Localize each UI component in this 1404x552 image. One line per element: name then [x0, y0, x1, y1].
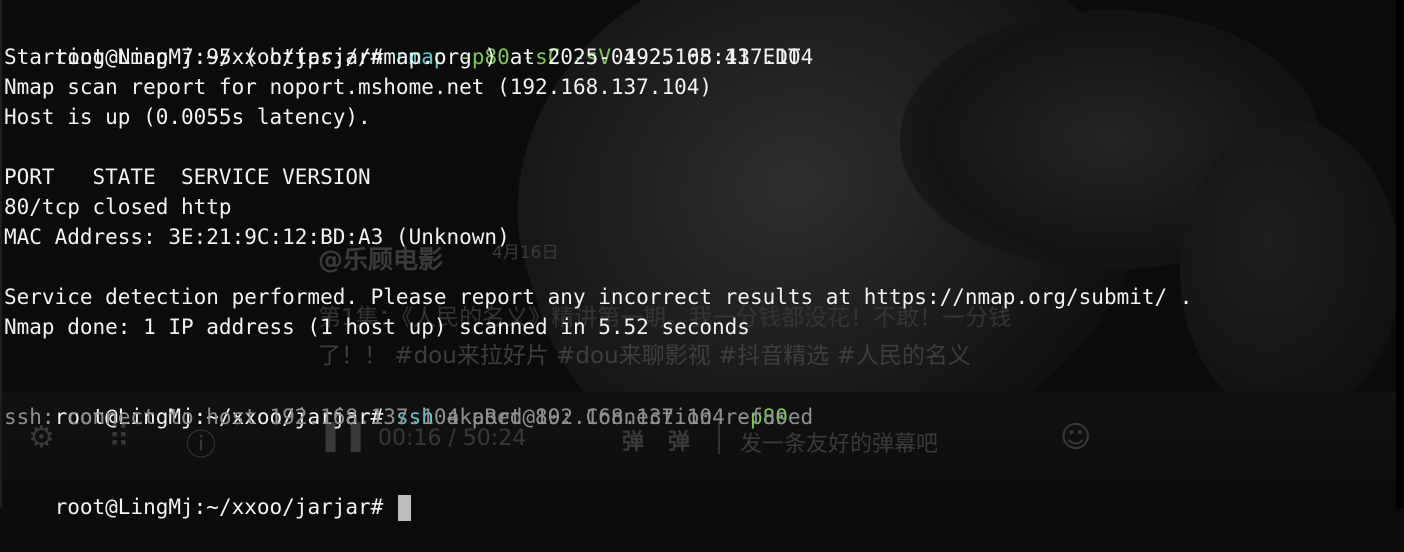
- terminal-command-line[interactable]: root@LingMj:~/xxoo/jarjar#: [4, 462, 1396, 521]
- terminal-cursor[interactable]: [397, 495, 411, 521]
- terminal-command-line: root@LingMj:~/xxoo/jarjar# ssh akaRed@19…: [4, 372, 1396, 429]
- terminal-output-line: Nmap done: 1 IP address (1 host up) scan…: [4, 315, 750, 339]
- terminal-command-line: root@LingMj:~/xxoo/jarjar# nmap -p80 -sC…: [4, 12, 1396, 69]
- terminal-output-line: Starting Nmap 7.95 ( https://nmap.org ) …: [4, 45, 801, 69]
- terminal-output-line: Service detection performed. Please repo…: [4, 285, 1193, 309]
- terminal-window[interactable]: root@LingMj:~/xxoo/jarjar# nmap -p80 -sC…: [4, 12, 1396, 521]
- terminal-output-line: ssh: connect to host 192.168.137.104 por…: [4, 405, 814, 429]
- terminal-output-line: MAC Address: 3E:21:9C:12:BD:A3 (Unknown): [4, 225, 510, 249]
- terminal-output-line: Nmap scan report for noport.mshome.net (…: [4, 75, 713, 99]
- terminal-output-line: Host is up (0.0055s latency).: [4, 105, 371, 129]
- terminal-prompt: root@LingMj:~/xxoo/jarjar#: [54, 495, 384, 519]
- terminal-output-line: PORT STATE SERVICE VERSION: [4, 165, 371, 189]
- terminal-output-line: 80/tcp closed http: [4, 195, 232, 219]
